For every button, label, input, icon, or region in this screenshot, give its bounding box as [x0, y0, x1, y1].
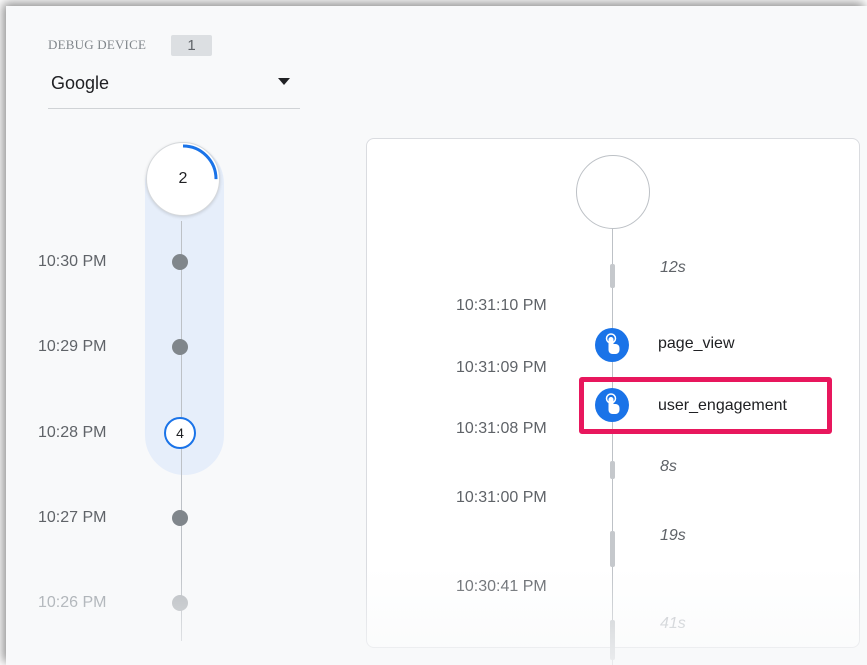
touch-icon[interactable]	[595, 388, 629, 422]
debug-device-dropdown[interactable]: Google	[48, 66, 300, 109]
debug-device-count-badge: 1	[171, 35, 212, 56]
caret-down-icon[interactable]	[278, 78, 290, 85]
minutes-top-count: 2	[178, 170, 188, 187]
minute-label: 10:29 PM	[38, 338, 107, 355]
event-name-page-view[interactable]: page_view	[658, 335, 735, 353]
gap-duration-label: 12s	[660, 259, 686, 276]
minute-dot[interactable]	[172, 339, 188, 355]
minute-label: 10:26 PM	[38, 594, 107, 611]
minute-label: 10:30 PM	[38, 253, 107, 270]
minute-event-count-badge[interactable]: 4	[164, 417, 196, 449]
gap-duration-label: 8s	[660, 458, 677, 475]
event-timestamp: 10:30:41 PM	[456, 578, 547, 595]
gap-bar	[610, 264, 615, 288]
minute-dot[interactable]	[172, 595, 188, 611]
gap-bar	[610, 461, 615, 479]
gap-bar	[610, 620, 615, 660]
minute-label: 10:28 PM	[38, 424, 107, 441]
debug-device-selected: Google	[51, 73, 110, 93]
seconds-timeline-line	[612, 228, 613, 665]
event-timestamp: 10:31:10 PM	[456, 297, 547, 314]
minute-label: 10:27 PM	[38, 509, 107, 526]
event-timestamp: 10:31:09 PM	[456, 359, 547, 376]
gap-bar	[610, 531, 615, 567]
event-name-user-engagement[interactable]: user_engagement	[658, 397, 787, 415]
gap-duration-label: 41s	[660, 615, 686, 632]
seconds-top-bubble	[576, 155, 650, 229]
minute-dot[interactable]	[172, 510, 188, 526]
debugview-panel: DEBUG DEVICE 1 Google 2 10:30 PM 10:29 P…	[6, 6, 867, 665]
gap-duration-label: 19s	[660, 527, 686, 544]
event-timestamp: 10:31:08 PM	[456, 420, 547, 437]
minutes-top-count-bubble[interactable]: 2	[146, 142, 220, 216]
debug-device-label: DEBUG DEVICE	[48, 37, 147, 52]
event-timestamp: 10:31:00 PM	[456, 489, 547, 506]
touch-icon[interactable]	[595, 328, 629, 362]
minute-dot[interactable]	[172, 254, 188, 270]
